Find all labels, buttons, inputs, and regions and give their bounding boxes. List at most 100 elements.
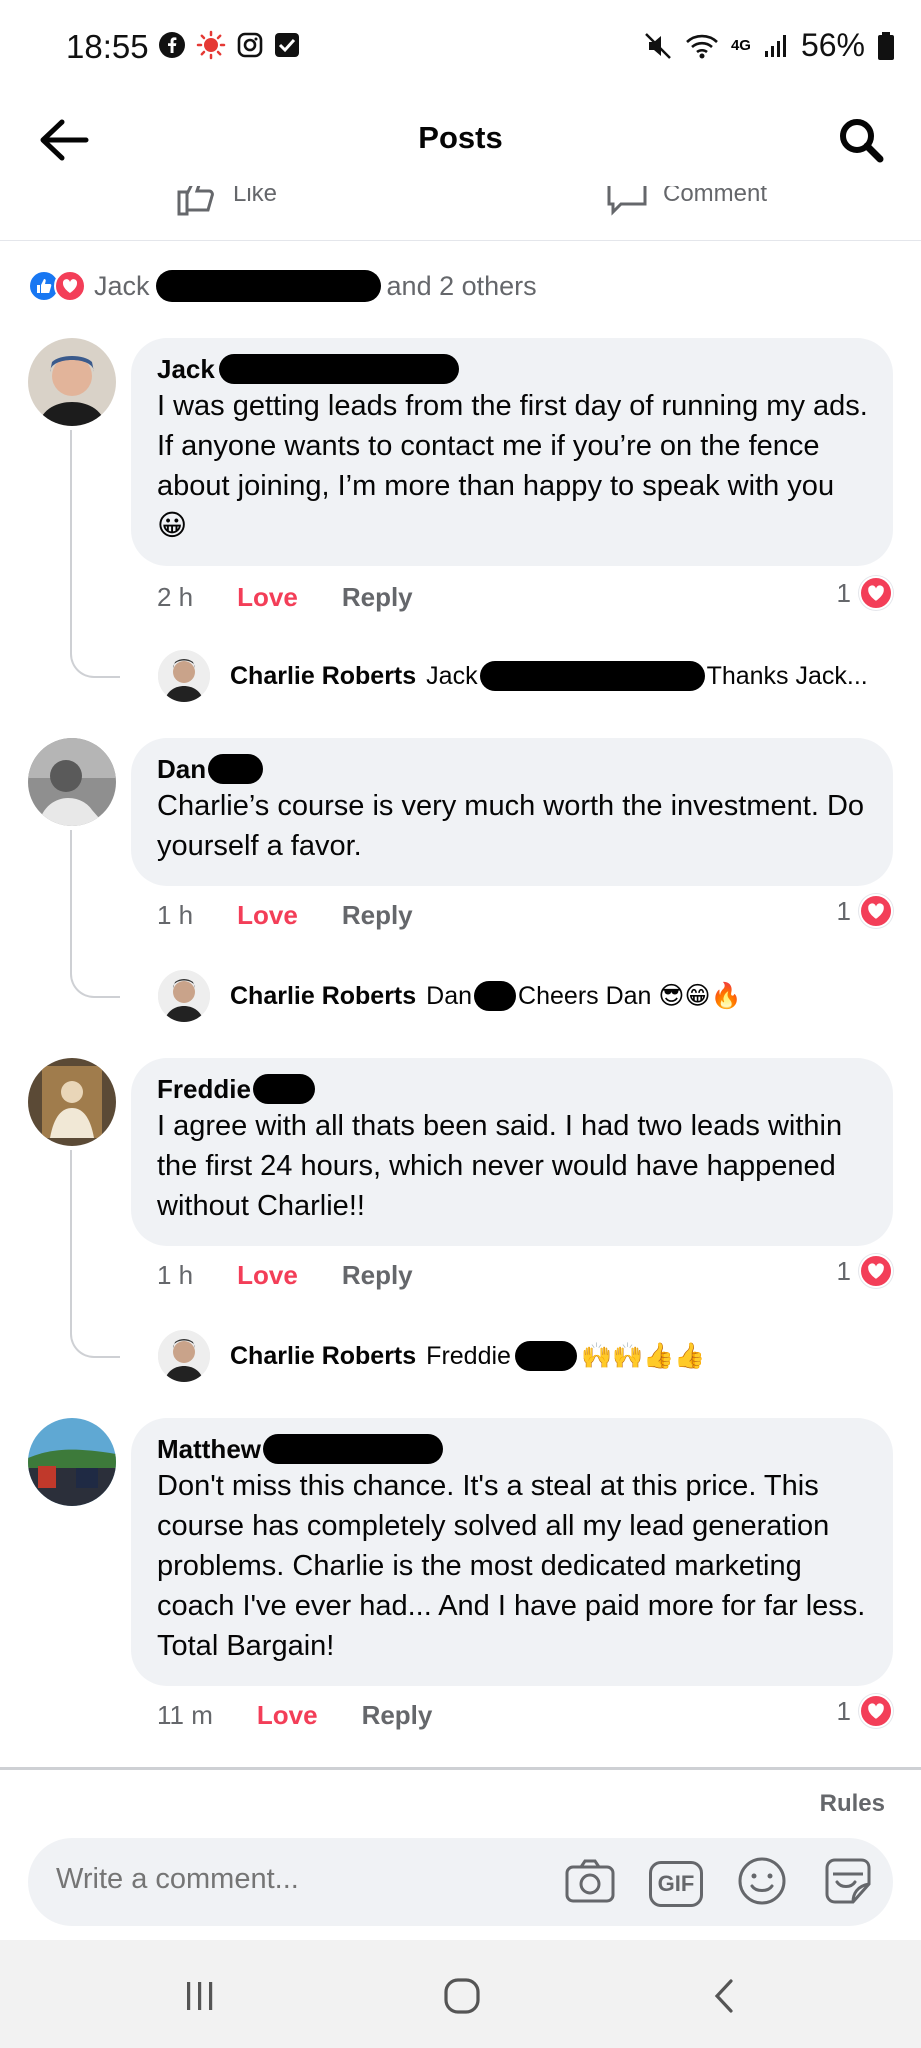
thumbs-up-icon xyxy=(177,186,214,216)
reply-author: Charlie Roberts xyxy=(230,661,417,690)
reply-button[interactable]: Reply xyxy=(342,582,413,613)
comment-action[interactable]: Comment xyxy=(605,186,767,216)
reaction-count-number: 1 xyxy=(836,577,851,608)
facebook-icon xyxy=(158,31,186,59)
reactors-others: and 2 others xyxy=(386,270,537,301)
like-action[interactable]: Like xyxy=(175,186,277,216)
like-label: Like xyxy=(233,186,278,207)
reaction-count[interactable]: 1 xyxy=(837,1254,893,1288)
recent-apps-icon xyxy=(187,1982,213,2010)
avatar[interactable] xyxy=(28,1418,116,1506)
thread-connector xyxy=(70,638,120,678)
comment-text: Don't miss this chance. It's a steal at … xyxy=(157,1470,866,1662)
battery-icon xyxy=(877,31,895,61)
love-reaction-icon xyxy=(54,270,86,302)
wifi-icon xyxy=(685,32,719,60)
comment-author[interactable]: Matthew xyxy=(157,1434,261,1465)
redaction-mark xyxy=(263,1434,443,1464)
heart-icon xyxy=(859,576,893,610)
reply-text: Thanks Jack... xyxy=(706,661,868,690)
reaction-count-number: 1 xyxy=(836,1695,851,1726)
thread-connector xyxy=(70,958,120,998)
reply-author: Charlie Roberts xyxy=(230,981,417,1010)
reply-author: Charlie Roberts xyxy=(230,1341,417,1370)
comment-text: I agree with all thats been said. I had … xyxy=(157,1110,843,1222)
reply-avatar xyxy=(158,650,210,702)
reply-preview[interactable]: Charlie Roberts Freddie 🙌🙌👍👍 xyxy=(158,1328,705,1384)
reactions-summary[interactable]: Jack and 2 others xyxy=(28,266,537,306)
search-icon xyxy=(840,119,884,163)
thread-connector xyxy=(70,1318,120,1358)
comment-author[interactable]: Dan xyxy=(157,754,206,785)
instagram-icon xyxy=(236,31,264,59)
signal-icon xyxy=(763,33,789,59)
status-time: 18:55 xyxy=(66,28,149,65)
system-nav-bar xyxy=(0,1940,921,2048)
battery-percent: 56% xyxy=(800,27,865,63)
heart-icon xyxy=(859,1694,893,1728)
reply-text: 🙌🙌👍👍 xyxy=(580,1341,706,1370)
thread-line xyxy=(70,430,72,640)
avatar[interactable] xyxy=(28,338,116,426)
reply-preview[interactable]: Charlie Roberts Dan Cheers Dan 😎😁🔥 xyxy=(158,968,742,1024)
reply-avatar xyxy=(158,1330,210,1382)
recent-apps-button[interactable] xyxy=(170,1976,230,2016)
search-button[interactable] xyxy=(831,110,891,170)
comment-bubble[interactable]: Dan Charlie’s course is very much worth … xyxy=(131,738,893,886)
comment-bubble[interactable]: Jack I was getting leads from the first … xyxy=(131,338,893,566)
love-button[interactable]: Love xyxy=(237,582,298,613)
comment-bubble[interactable]: Freddie I agree with all thats been said… xyxy=(131,1058,893,1246)
love-button[interactable]: Love xyxy=(237,900,298,931)
reply-avatar xyxy=(158,970,210,1022)
reply-mention: Dan xyxy=(426,981,473,1010)
divider xyxy=(0,1767,921,1770)
avatar[interactable] xyxy=(28,738,116,826)
reply-text: Cheers Dan 😎😁🔥 xyxy=(518,982,742,1010)
gif-icon[interactable]: GIF xyxy=(649,1860,703,1907)
comment-input[interactable] xyxy=(56,1863,516,1896)
status-bar: 18:55 4G 56% xyxy=(0,0,921,96)
reaction-count-number: 1 xyxy=(836,895,851,926)
reply-button[interactable]: Reply xyxy=(362,1700,433,1731)
home-icon xyxy=(444,1978,480,2014)
home-button[interactable] xyxy=(432,1976,492,2016)
avatar[interactable] xyxy=(28,1058,116,1146)
network-type: 4G xyxy=(730,37,751,54)
reply-preview[interactable]: Charlie Roberts Jack Thanks Jack... xyxy=(158,648,868,704)
redaction-mark xyxy=(514,1341,577,1371)
comment-composer[interactable]: GIF xyxy=(28,1838,893,1926)
comment-author[interactable]: Jack xyxy=(157,354,215,385)
comment-icon xyxy=(607,186,647,216)
comment-time[interactable]: 1 h xyxy=(157,900,193,931)
love-button[interactable]: Love xyxy=(237,1260,298,1291)
emoji-icon[interactable] xyxy=(735,1854,789,1913)
gif-label: GIF xyxy=(657,1870,695,1896)
camera-icon[interactable] xyxy=(563,1854,617,1913)
redaction-mark xyxy=(155,270,381,302)
reaction-count-number: 1 xyxy=(836,1255,851,1286)
sticker-icon[interactable] xyxy=(821,1854,875,1913)
thread-line xyxy=(70,830,72,960)
reply-button[interactable]: Reply xyxy=(342,1260,413,1291)
reactor-name: Jack xyxy=(94,270,150,301)
reaction-count[interactable]: 1 xyxy=(837,1694,893,1728)
comment-time[interactable]: 1 h xyxy=(157,1260,193,1291)
comment-author[interactable]: Freddie xyxy=(157,1074,251,1105)
redaction-mark xyxy=(479,661,705,691)
comment-time[interactable]: 2 h xyxy=(157,582,193,613)
comment-time[interactable]: 11 m xyxy=(157,1700,213,1731)
thread-line xyxy=(70,1150,72,1320)
reaction-count[interactable]: 1 xyxy=(837,576,893,610)
app-header: Posts xyxy=(0,96,921,186)
heart-icon xyxy=(859,894,893,928)
reply-mention: Freddie xyxy=(426,1341,511,1370)
comment-bubble[interactable]: Matthew Don't miss this chance. It's a s… xyxy=(131,1418,893,1686)
rules-link[interactable]: Rules xyxy=(820,1790,885,1818)
love-button[interactable]: Love xyxy=(257,1700,318,1731)
redaction-mark xyxy=(218,354,459,384)
back-nav-button[interactable] xyxy=(694,1976,754,2016)
reaction-count[interactable]: 1 xyxy=(837,894,893,928)
reply-button[interactable]: Reply xyxy=(342,900,413,931)
redaction-mark xyxy=(474,981,517,1011)
page-title: Posts xyxy=(418,120,503,155)
